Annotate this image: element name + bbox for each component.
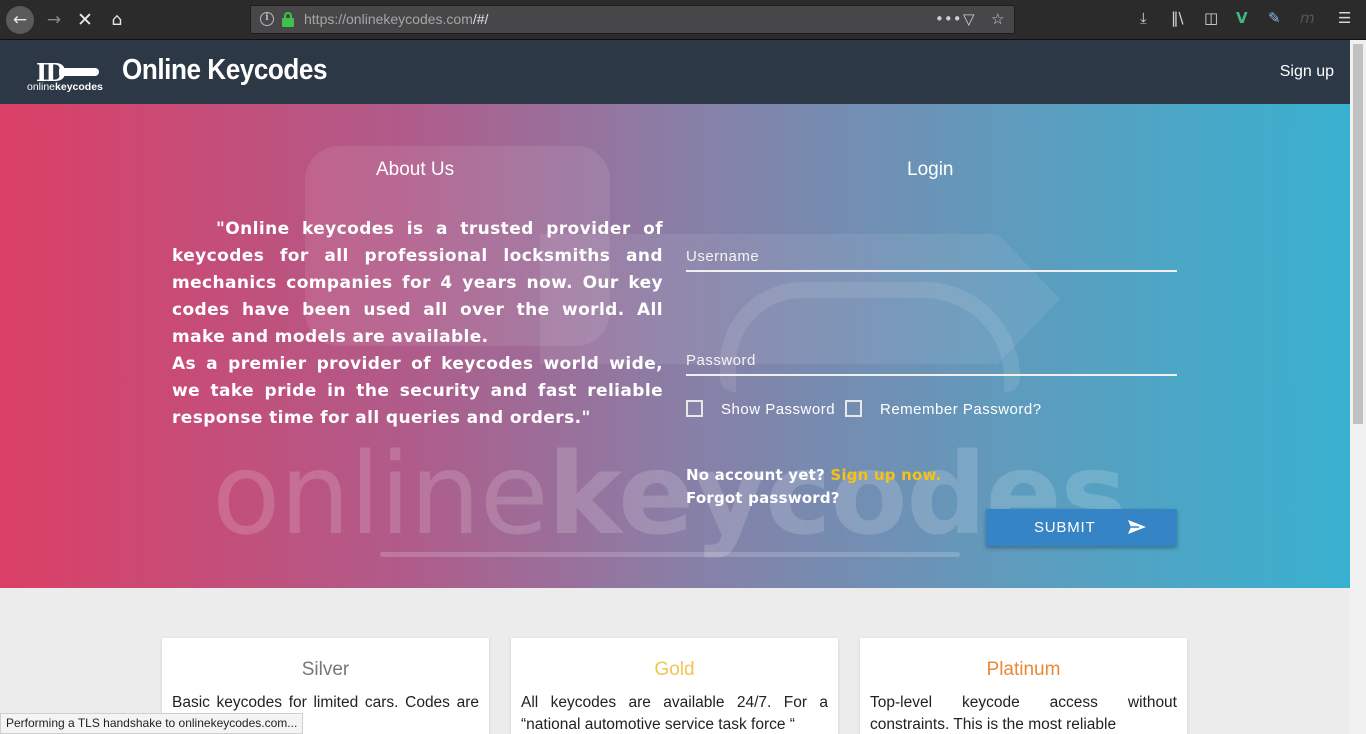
about-description: "Online keycodes is a trusted provider o… [172, 216, 663, 432]
pocket-icon[interactable]: ▽ [963, 10, 975, 28]
star-icon[interactable]: ☆ [991, 10, 1004, 28]
brand-title[interactable]: Online Keycodes [122, 54, 327, 87]
ellipsis-icon[interactable]: ••• [935, 10, 962, 28]
login-title: Login [907, 159, 954, 180]
plan-title: Gold [654, 659, 695, 680]
hamburger-menu-icon[interactable]: ☰ [1338, 9, 1351, 27]
username-input[interactable] [686, 242, 1177, 270]
site-header: ID onlinekeycodes Online Keycodes Sign u… [0, 40, 1350, 104]
extension-icon[interactable]: m [1300, 9, 1315, 27]
plan-description: Top-level keycode access without constra… [870, 694, 1177, 733]
plan-card-gold[interactable]: Gold All keycodes are available 24/7. Fo… [511, 638, 838, 734]
pen-icon[interactable]: ✎ [1268, 9, 1281, 27]
about-paragraph-1: "Online keycodes is a trusted provider o… [172, 219, 663, 347]
status-bar: Performing a TLS handshake to onlinekeyc… [0, 713, 304, 734]
username-field [686, 242, 1177, 272]
url-text[interactable]: https://onlinekeycodes.com/#/ [304, 11, 488, 27]
sidebar-icon[interactable]: ◫ [1204, 9, 1218, 27]
plan-description: All keycodes are available 24/7. For a “… [521, 694, 828, 733]
header-signup-link[interactable]: Sign up [1280, 63, 1334, 81]
remember-password-checkbox[interactable] [845, 400, 862, 417]
site-info-icon[interactable]: i [260, 12, 274, 26]
vue-icon[interactable]: V [1236, 9, 1248, 27]
plan-title: Silver [301, 659, 350, 680]
about-title: About Us [376, 159, 455, 180]
scrollbar-thumb[interactable] [1353, 44, 1363, 424]
plan-card-platinum[interactable]: Platinum Top-level keycode access withou… [860, 638, 1187, 734]
no-account-prompt: No account yet? Sign up now. [686, 466, 942, 484]
hero-section: onlinekeycodes About Us "Online keycodes… [0, 104, 1350, 588]
logo-wordmark: onlinekeycodes [27, 81, 103, 93]
submit-button[interactable]: SUBMIT [986, 509, 1177, 546]
site-logo[interactable]: ID onlinekeycodes [27, 60, 107, 96]
secure-lock-icon[interactable] [282, 12, 294, 27]
key-icon [59, 68, 99, 76]
remember-password-label[interactable]: Remember Password? [880, 401, 1042, 418]
show-password-checkbox[interactable] [686, 400, 703, 417]
forward-arrow-icon[interactable]: → [40, 6, 68, 34]
stop-loading-icon[interactable]: ✕ [71, 6, 99, 34]
watermark-underline [380, 552, 960, 557]
no-account-text: No account yet? [686, 466, 825, 484]
send-arrow-icon [1128, 520, 1146, 534]
home-icon[interactable]: ⌂ [103, 6, 131, 34]
download-icon[interactable]: ⤓ [1140, 9, 1147, 27]
browser-toolbar: ← → ✕ ⌂ i https://onlinekeycodes.com/#/ … [0, 0, 1366, 40]
address-bar[interactable]: i https://onlinekeycodes.com/#/ ••• ▽ ☆ [250, 5, 1015, 34]
password-field [686, 346, 1177, 376]
forgot-password-link[interactable]: Forgot password? [686, 489, 840, 507]
signup-now-link[interactable]: Sign up now. [830, 466, 941, 484]
about-paragraph-2: As a premier provider of keycodes world … [172, 354, 663, 428]
show-password-label[interactable]: Show Password [721, 401, 835, 418]
library-icon[interactable]: ‖\ [1171, 9, 1184, 27]
password-input[interactable] [686, 346, 1177, 374]
submit-label: SUBMIT [1034, 519, 1096, 536]
plan-title: Platinum [986, 659, 1061, 680]
back-arrow-icon[interactable]: ← [6, 6, 34, 34]
page-scrollbar[interactable] [1350, 40, 1366, 734]
